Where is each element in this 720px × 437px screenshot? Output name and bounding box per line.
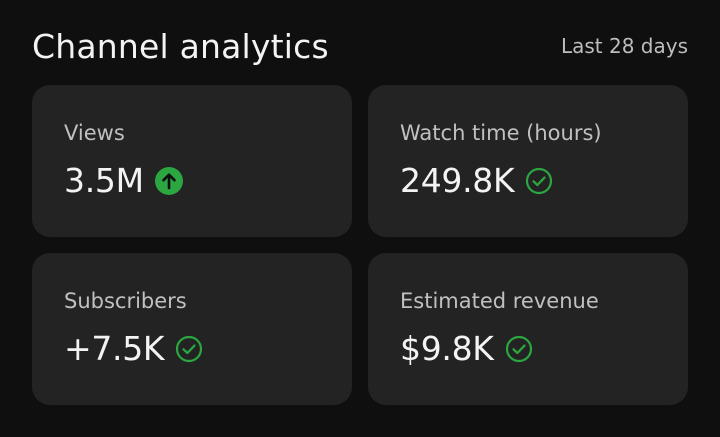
- metric-card-watch-time[interactable]: Watch time (hours) 249.8K: [368, 85, 688, 237]
- check-circle-icon: [524, 166, 554, 196]
- metric-label: Estimated revenue: [400, 289, 599, 313]
- check-circle-icon: [174, 334, 204, 364]
- metric-value-row: 249.8K: [400, 161, 656, 201]
- check-circle-icon: [504, 334, 534, 364]
- arrow-up-circle-icon: [154, 166, 184, 196]
- metrics-grid: Views 3.5M Watch time (hours) 249.8K Sub…: [32, 85, 688, 405]
- date-range-label[interactable]: Last 28 days: [561, 34, 688, 58]
- metric-value: +7.5K: [64, 329, 165, 368]
- metric-value-row: +7.5K: [64, 329, 320, 369]
- metric-value: $9.8K: [400, 329, 494, 368]
- metric-card-revenue[interactable]: Estimated revenue $9.8K: [368, 253, 688, 405]
- metric-value: 3.5M: [64, 161, 144, 200]
- metric-value: 249.8K: [400, 161, 515, 200]
- metric-label: Watch time (hours): [400, 121, 602, 145]
- metric-card-subscribers[interactable]: Subscribers +7.5K: [32, 253, 352, 405]
- metric-value-row: $9.8K: [400, 329, 656, 369]
- metric-label: Views: [64, 121, 125, 145]
- metric-label: Subscribers: [64, 289, 187, 313]
- page-title: Channel analytics: [32, 26, 329, 66]
- metric-value-row: 3.5M: [64, 161, 320, 201]
- analytics-header: Channel analytics Last 28 days: [32, 18, 688, 74]
- metric-card-views[interactable]: Views 3.5M: [32, 85, 352, 237]
